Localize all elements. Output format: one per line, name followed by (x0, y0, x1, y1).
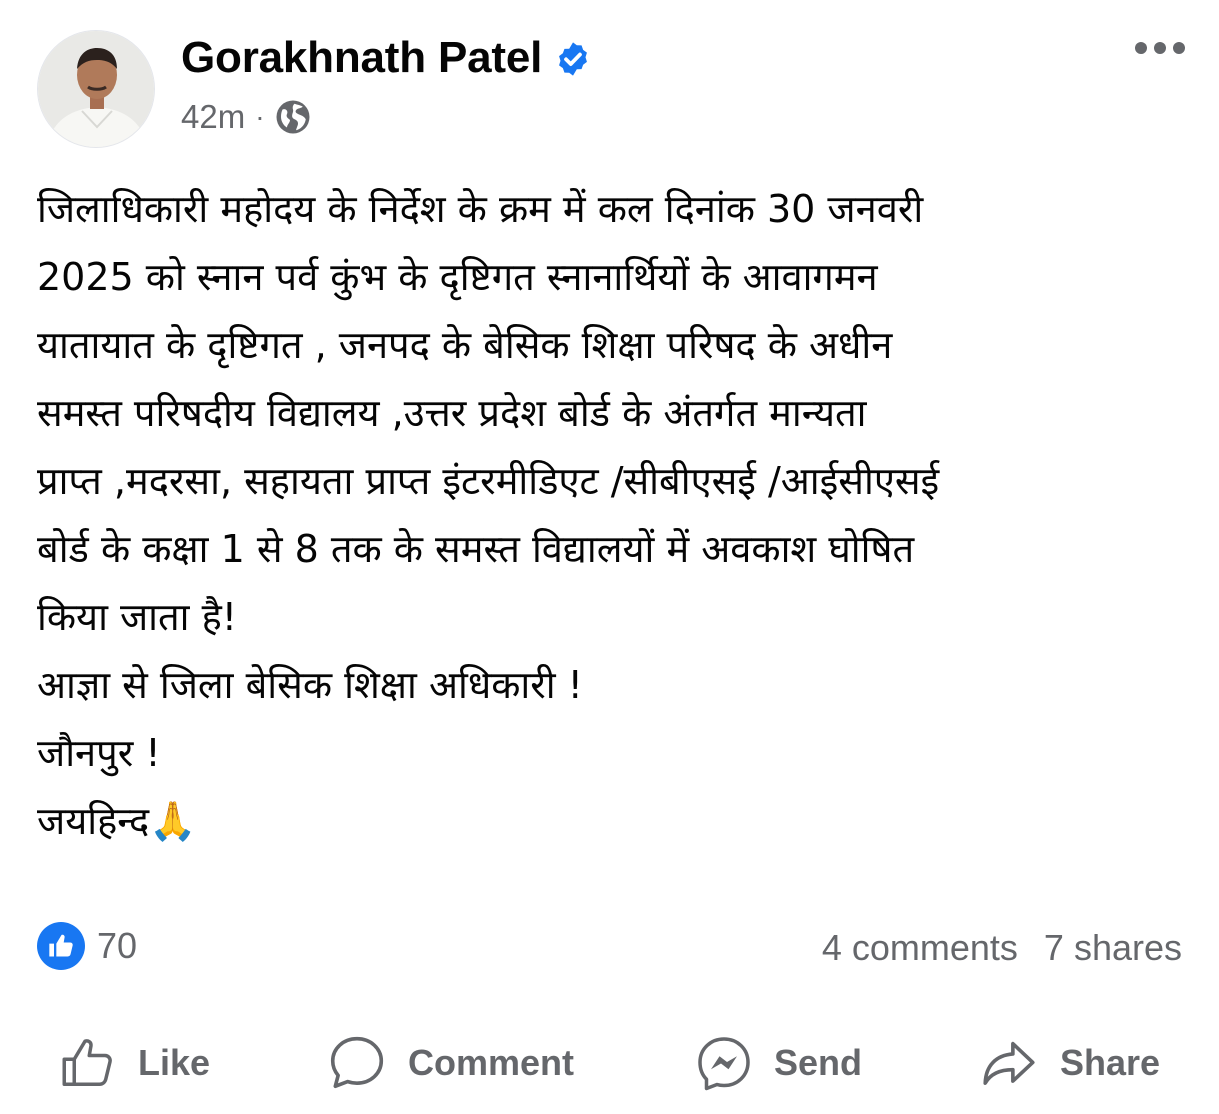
share-button[interactable]: Share (978, 1020, 1160, 1106)
like-count: 70 (97, 925, 138, 966)
post-text-line: किया जाता है! (37, 595, 238, 639)
post-text-line: 2025 को स्नान पर्व कुंभ के दृष्टिगत स्ना… (37, 255, 878, 299)
like-label: Like (138, 1042, 211, 1083)
thumbs-up-icon (62, 1039, 112, 1086)
post-text-line: यातायात के दृष्टिगत , जनपद के बेसिक शिक्… (37, 323, 893, 367)
post-text-line: बोर्ड के कक्षा 1 से 8 तक के समस्त विद्या… (37, 527, 915, 571)
share-label: Share (1060, 1042, 1161, 1083)
post-meta: 42m · (181, 98, 311, 136)
post-text-line: प्राप्त ,मदरसा, सहायता प्राप्त इंटरमीडिए… (37, 459, 940, 503)
post-timestamp[interactable]: 42m (181, 98, 245, 136)
more-dot (1173, 42, 1185, 54)
folded-hands-emoji: 🙏 (149, 799, 197, 843)
engagement-counts: 4 comments 7 shares (822, 927, 1182, 969)
send-button[interactable]: Send (694, 1020, 862, 1106)
author-line: Gorakhnath Patel (181, 33, 592, 83)
verified-badge-icon (554, 40, 592, 78)
post-text-line: आज्ञा से जिला बेसिक शिक्षा अधिकारी ! (37, 663, 583, 707)
meta-separator: · (255, 101, 265, 132)
facebook-post: Gorakhnath Patel 42m · जिलाधिकारी महोदय … (0, 0, 1219, 1114)
post-text-line: जिलाधिकारी महोदय के निर्देश के क्रम में … (37, 187, 924, 231)
avatar-image (38, 31, 154, 147)
more-dot (1154, 42, 1166, 54)
send-label: Send (774, 1042, 863, 1083)
action-bar: Like Comment Send Share (0, 1020, 1219, 1106)
post-body: जिलाधिकारी महोदय के निर्देश के क्रम में … (37, 175, 1197, 855)
signoff-text: जयहिन्द (37, 799, 150, 843)
post-text-line: समस्त परिषदीय विद्यालय ,उत्तर प्रदेश बोर… (37, 391, 867, 435)
shares-count[interactable]: 7 shares (1044, 927, 1182, 969)
post-text-line: जौनपुर ! (37, 731, 161, 775)
globe-icon[interactable] (275, 99, 311, 135)
like-reaction-icon (37, 922, 85, 970)
share-arrow-icon (983, 1041, 1035, 1085)
comment-label: Comment (408, 1042, 575, 1083)
like-button[interactable]: Like (58, 1020, 210, 1106)
comment-button[interactable]: Comment (326, 1020, 574, 1106)
author-avatar[interactable] (37, 30, 155, 148)
comments-count[interactable]: 4 comments (822, 927, 1018, 969)
reaction-summary[interactable]: 70 (37, 922, 137, 970)
post-text-line-last: जयहिन्द🙏 (37, 787, 1197, 855)
more-dot (1135, 42, 1147, 54)
comment-bubble-icon (330, 1036, 384, 1089)
author-name[interactable]: Gorakhnath Patel (181, 33, 542, 83)
messenger-icon (698, 1037, 750, 1091)
more-options-icon[interactable] (1131, 38, 1189, 58)
